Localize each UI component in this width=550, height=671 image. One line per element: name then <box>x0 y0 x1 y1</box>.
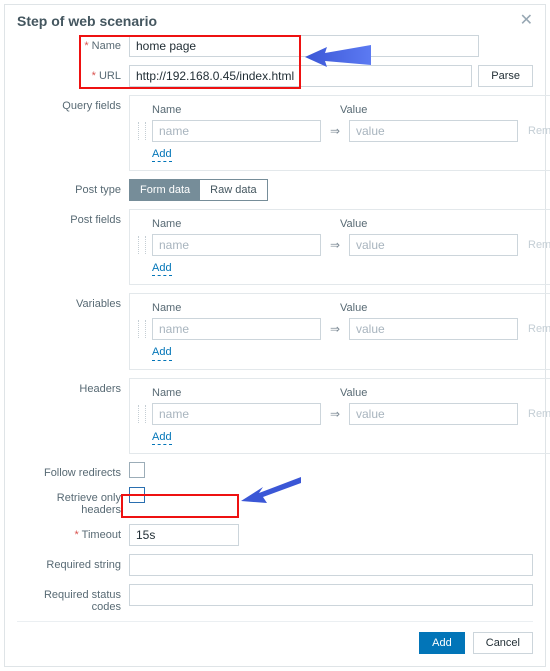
retrieve-headers-checkbox[interactable] <box>129 487 145 503</box>
post-type-toggle: Form data Raw data <box>129 179 268 201</box>
post-fields-label: Post fields <box>17 209 129 226</box>
variables-label: Variables <box>17 293 129 310</box>
kv-name-header: Name <box>138 104 318 116</box>
drag-handle-icon[interactable] <box>138 405 146 423</box>
var-value-input[interactable] <box>349 318 518 340</box>
post-fields-panel: Name Value ⇒ Remove Add <box>129 209 550 285</box>
timeout-input[interactable] <box>129 524 239 546</box>
variables-panel: Name Value ⇒ Remove Add <box>129 293 550 369</box>
headers-panel: Name Value ⇒ Remove Add <box>129 378 550 454</box>
post-remove-link: Remove <box>524 239 550 251</box>
drag-handle-icon[interactable] <box>138 320 146 338</box>
url-input[interactable] <box>129 65 472 87</box>
var-add-link[interactable]: Add <box>152 346 172 360</box>
follow-redirects-checkbox[interactable] <box>129 462 145 478</box>
required-string-label: Required string <box>17 554 129 571</box>
drag-handle-icon[interactable] <box>138 122 146 140</box>
header-name-input[interactable] <box>152 403 321 425</box>
post-type-raw-data[interactable]: Raw data <box>200 180 266 200</box>
header-add-link[interactable]: Add <box>152 431 172 445</box>
add-button[interactable]: Add <box>419 632 465 654</box>
kv-value-header: Value <box>340 104 550 116</box>
arrow-right-icon: ⇒ <box>327 322 343 336</box>
parse-button[interactable]: Parse <box>478 65 533 87</box>
arrow-right-icon: ⇒ <box>327 407 343 421</box>
required-codes-label: Required status codes <box>17 584 129 613</box>
post-name-input[interactable] <box>152 234 321 256</box>
var-remove-link: Remove <box>524 323 550 335</box>
close-icon[interactable]: ✕ <box>520 13 533 29</box>
name-label: Name <box>17 35 129 52</box>
timeout-label: Timeout <box>17 524 129 541</box>
headers-label: Headers <box>17 378 129 395</box>
header-remove-link: Remove <box>524 408 550 420</box>
query-value-input[interactable] <box>349 120 518 142</box>
required-string-input[interactable] <box>129 554 533 576</box>
required-codes-input[interactable] <box>129 584 533 606</box>
cancel-button[interactable]: Cancel <box>473 632 533 654</box>
drag-handle-icon[interactable] <box>138 236 146 254</box>
post-value-input[interactable] <box>349 234 518 256</box>
arrow-right-icon: ⇒ <box>327 124 343 138</box>
var-name-input[interactable] <box>152 318 321 340</box>
post-type-form-data[interactable]: Form data <box>130 180 200 200</box>
query-add-link[interactable]: Add <box>152 148 172 162</box>
follow-redirects-label: Follow redirects <box>17 462 129 479</box>
name-input[interactable] <box>129 35 479 57</box>
dialog-title: Step of web scenario <box>17 13 157 29</box>
retrieve-headers-label: Retrieve only headers <box>17 487 129 516</box>
post-add-link[interactable]: Add <box>152 262 172 276</box>
query-fields-label: Query fields <box>17 95 129 112</box>
query-fields-panel: Name Value ⇒ Remove Add <box>129 95 550 171</box>
post-type-label: Post type <box>17 179 129 196</box>
url-label: URL <box>17 65 129 82</box>
query-remove-link: Remove <box>524 125 550 137</box>
header-value-input[interactable] <box>349 403 518 425</box>
arrow-right-icon: ⇒ <box>327 238 343 252</box>
query-name-input[interactable] <box>152 120 321 142</box>
